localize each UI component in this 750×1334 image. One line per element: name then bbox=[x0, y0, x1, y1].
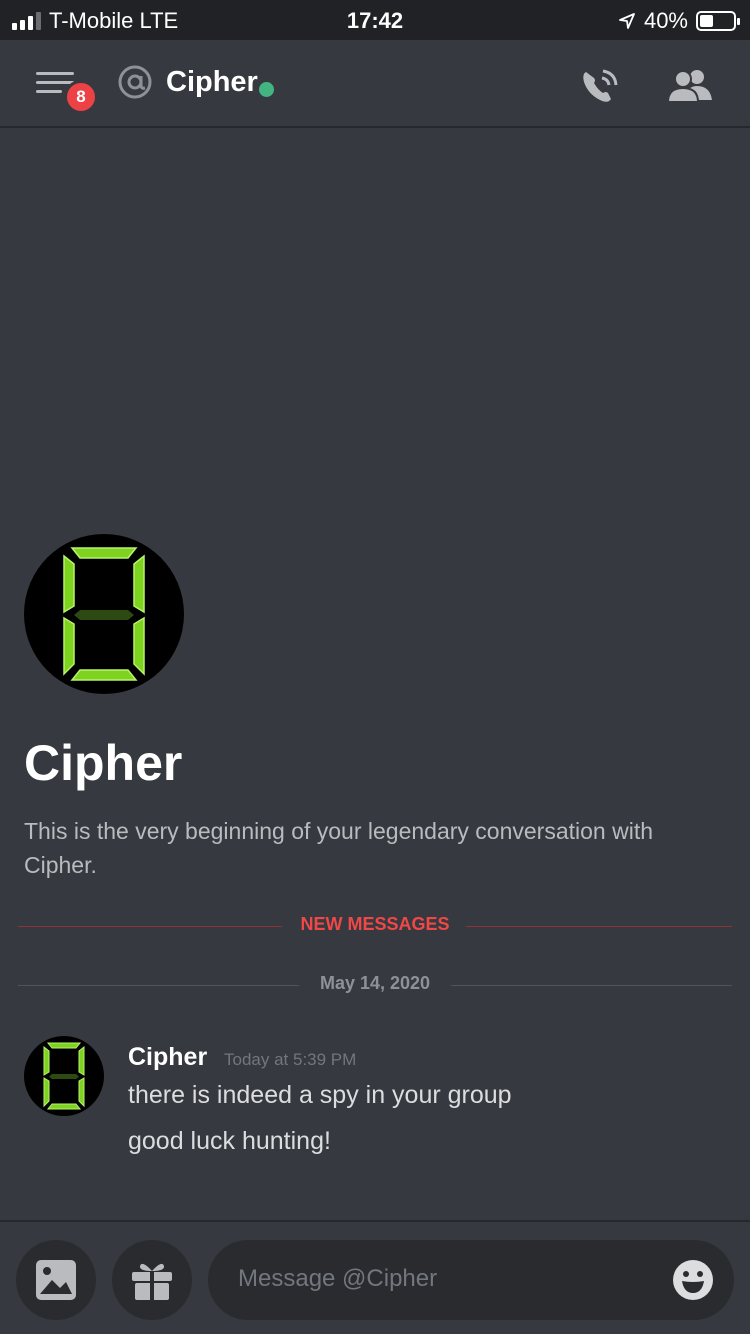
seven-segment-zero-image bbox=[43, 1042, 85, 1110]
seven-segment-zero-image bbox=[63, 547, 145, 681]
gift-icon bbox=[132, 1263, 172, 1300]
online-status-dot bbox=[259, 82, 274, 97]
message-text[interactable]: there is indeed a spy in your group bbox=[128, 1081, 512, 1110]
battery-fill bbox=[700, 15, 713, 27]
date-divider: May 14, 2020 bbox=[18, 971, 732, 1001]
members-icon[interactable] bbox=[666, 66, 714, 106]
battery-percent: 40% bbox=[643, 8, 688, 33]
welcome-avatar bbox=[24, 534, 184, 694]
unread-badge: 8 bbox=[64, 80, 98, 114]
at-sign-icon bbox=[118, 65, 152, 99]
status-right: 40% bbox=[618, 8, 740, 34]
welcome-description: This is the very beginning of your legen… bbox=[24, 818, 654, 878]
emoji-icon[interactable] bbox=[672, 1259, 714, 1301]
message-avatar[interactable] bbox=[24, 1036, 104, 1116]
gift-button[interactable] bbox=[112, 1240, 192, 1320]
call-icon[interactable] bbox=[578, 66, 622, 106]
battery-icon bbox=[696, 11, 740, 31]
message-input-placeholder: Message @Cipher bbox=[238, 1265, 438, 1292]
welcome-name: Cipher bbox=[24, 735, 183, 791]
attach-image-button[interactable] bbox=[16, 1240, 96, 1320]
message-composer: Message @Cipher bbox=[0, 1220, 750, 1334]
message-author[interactable]: Cipher bbox=[128, 1043, 207, 1072]
image-icon bbox=[36, 1260, 76, 1300]
channel-title: Cipher bbox=[166, 66, 258, 98]
new-messages-divider: NEW MESSAGES bbox=[18, 912, 732, 942]
location-arrow-icon bbox=[619, 13, 635, 29]
channel-header: 8 Cipher bbox=[0, 40, 750, 128]
status-bar: T-Mobile LTE 17:42 40% bbox=[0, 0, 750, 40]
message-timestamp: Today at 5:39 PM bbox=[224, 1050, 357, 1069]
message-text[interactable]: good luck hunting! bbox=[128, 1127, 331, 1156]
date-label: May 14, 2020 bbox=[319, 973, 431, 993]
message-input[interactable]: Message @Cipher bbox=[208, 1240, 734, 1320]
new-messages-label: NEW MESSAGES bbox=[300, 914, 450, 934]
